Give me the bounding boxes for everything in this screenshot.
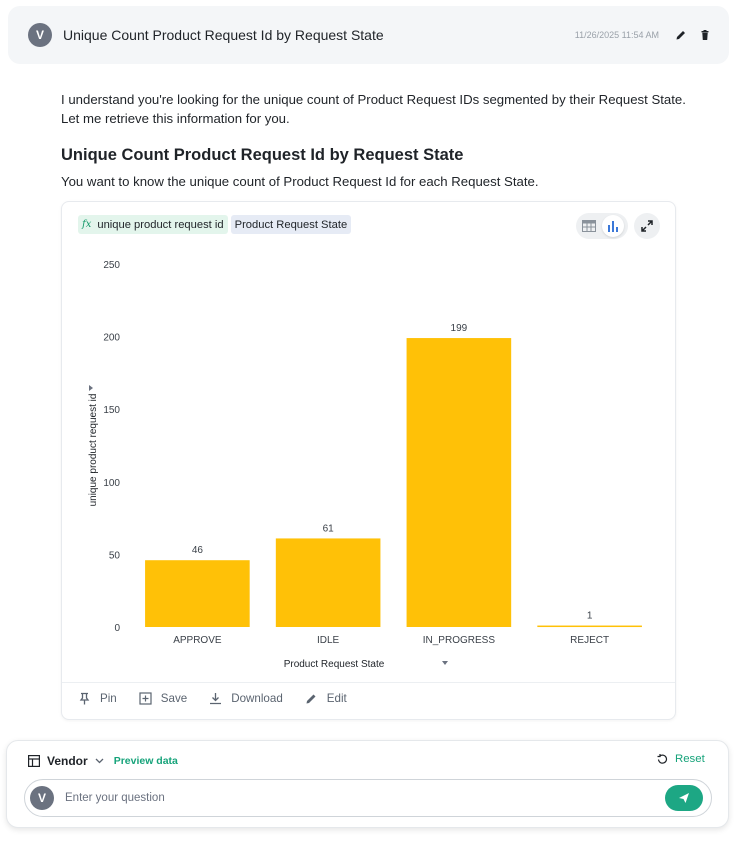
pencil-icon [306,694,316,704]
x-axis-label: Product Request State [284,659,385,670]
bar [275,538,381,627]
datasource-selector[interactable]: Vendor Preview data [28,753,178,769]
query-header: V Unique Count Product Request Id by Req… [8,6,729,64]
bar [406,338,512,627]
y-tick-label: 200 [103,333,120,344]
question-input-box: V [24,779,712,817]
bar [537,625,642,628]
pin-button[interactable]: Pin [78,692,117,705]
user-avatar: V [28,23,52,47]
preview-data-link[interactable]: Preview data [114,755,178,767]
answer-title: Unique Count Product Request Id by Reque… [61,146,464,164]
datasource-name: Vendor [47,754,88,768]
y-tick-label: 0 [114,623,120,634]
send-button[interactable] [665,785,703,811]
query-timestamp: 11/26/2025 11:54 AM [574,30,659,40]
download-button[interactable]: Download [209,692,283,705]
reset-button[interactable]: Reset [657,753,705,765]
pencil-icon [676,31,685,40]
chevron-down-icon [95,758,104,764]
y-axis-label: unique product request id [88,394,99,507]
card-actions: Pin Save Download Edit [78,692,369,705]
bar-chart: 0 50 100 150 200 250 46 APPROVE 61 IDLE 199 IN_PROG… [88,260,642,670]
bar [145,560,250,627]
y-tick-label: 250 [103,260,120,271]
download-icon [210,693,222,705]
delete-query-button[interactable] [693,23,717,47]
bar-value-label: 199 [451,323,468,334]
x-axis-caret-icon [442,661,448,665]
save-button[interactable]: Save [139,692,187,705]
bar-value-label: 61 [323,523,335,534]
query-text: Unique Count Product Request Id by Reque… [63,27,384,43]
x-tick-label: REJECT [570,635,609,646]
y-axis-caret-icon [89,385,93,391]
edit-query-button[interactable] [669,23,693,47]
reset-icon [657,753,668,764]
edit-label: Edit [326,692,347,705]
question-composer: Vendor Preview data Reset V [6,740,729,828]
answer-intro: I understand you're looking for the uniq… [61,92,686,126]
save-icon [139,692,152,705]
pin-label: Pin [100,692,117,705]
x-tick-label: IDLE [317,635,340,646]
question-input[interactable] [65,792,665,804]
y-tick-label: 150 [103,405,120,416]
edit-button[interactable]: Edit [305,692,347,705]
card-divider [62,682,675,683]
chart-card: fx unique product request id Product Req… [61,201,676,720]
pin-icon [79,692,90,705]
download-label: Download [231,692,283,705]
reset-label: Reset [675,753,705,765]
save-label: Save [160,692,188,705]
bar-value-label: 46 [192,545,204,556]
table-icon [28,755,40,767]
y-tick-label: 100 [103,478,120,489]
y-tick-label: 50 [109,550,121,561]
bar-value-label: 1 [587,611,593,622]
composer-avatar: V [30,786,54,810]
x-tick-label: IN_PROGRESS [423,635,496,646]
answer-subtitle: You want to know the unique count of Pro… [61,174,539,189]
send-icon [679,793,689,803]
x-tick-label: APPROVE [173,635,222,646]
trash-icon [701,30,709,40]
